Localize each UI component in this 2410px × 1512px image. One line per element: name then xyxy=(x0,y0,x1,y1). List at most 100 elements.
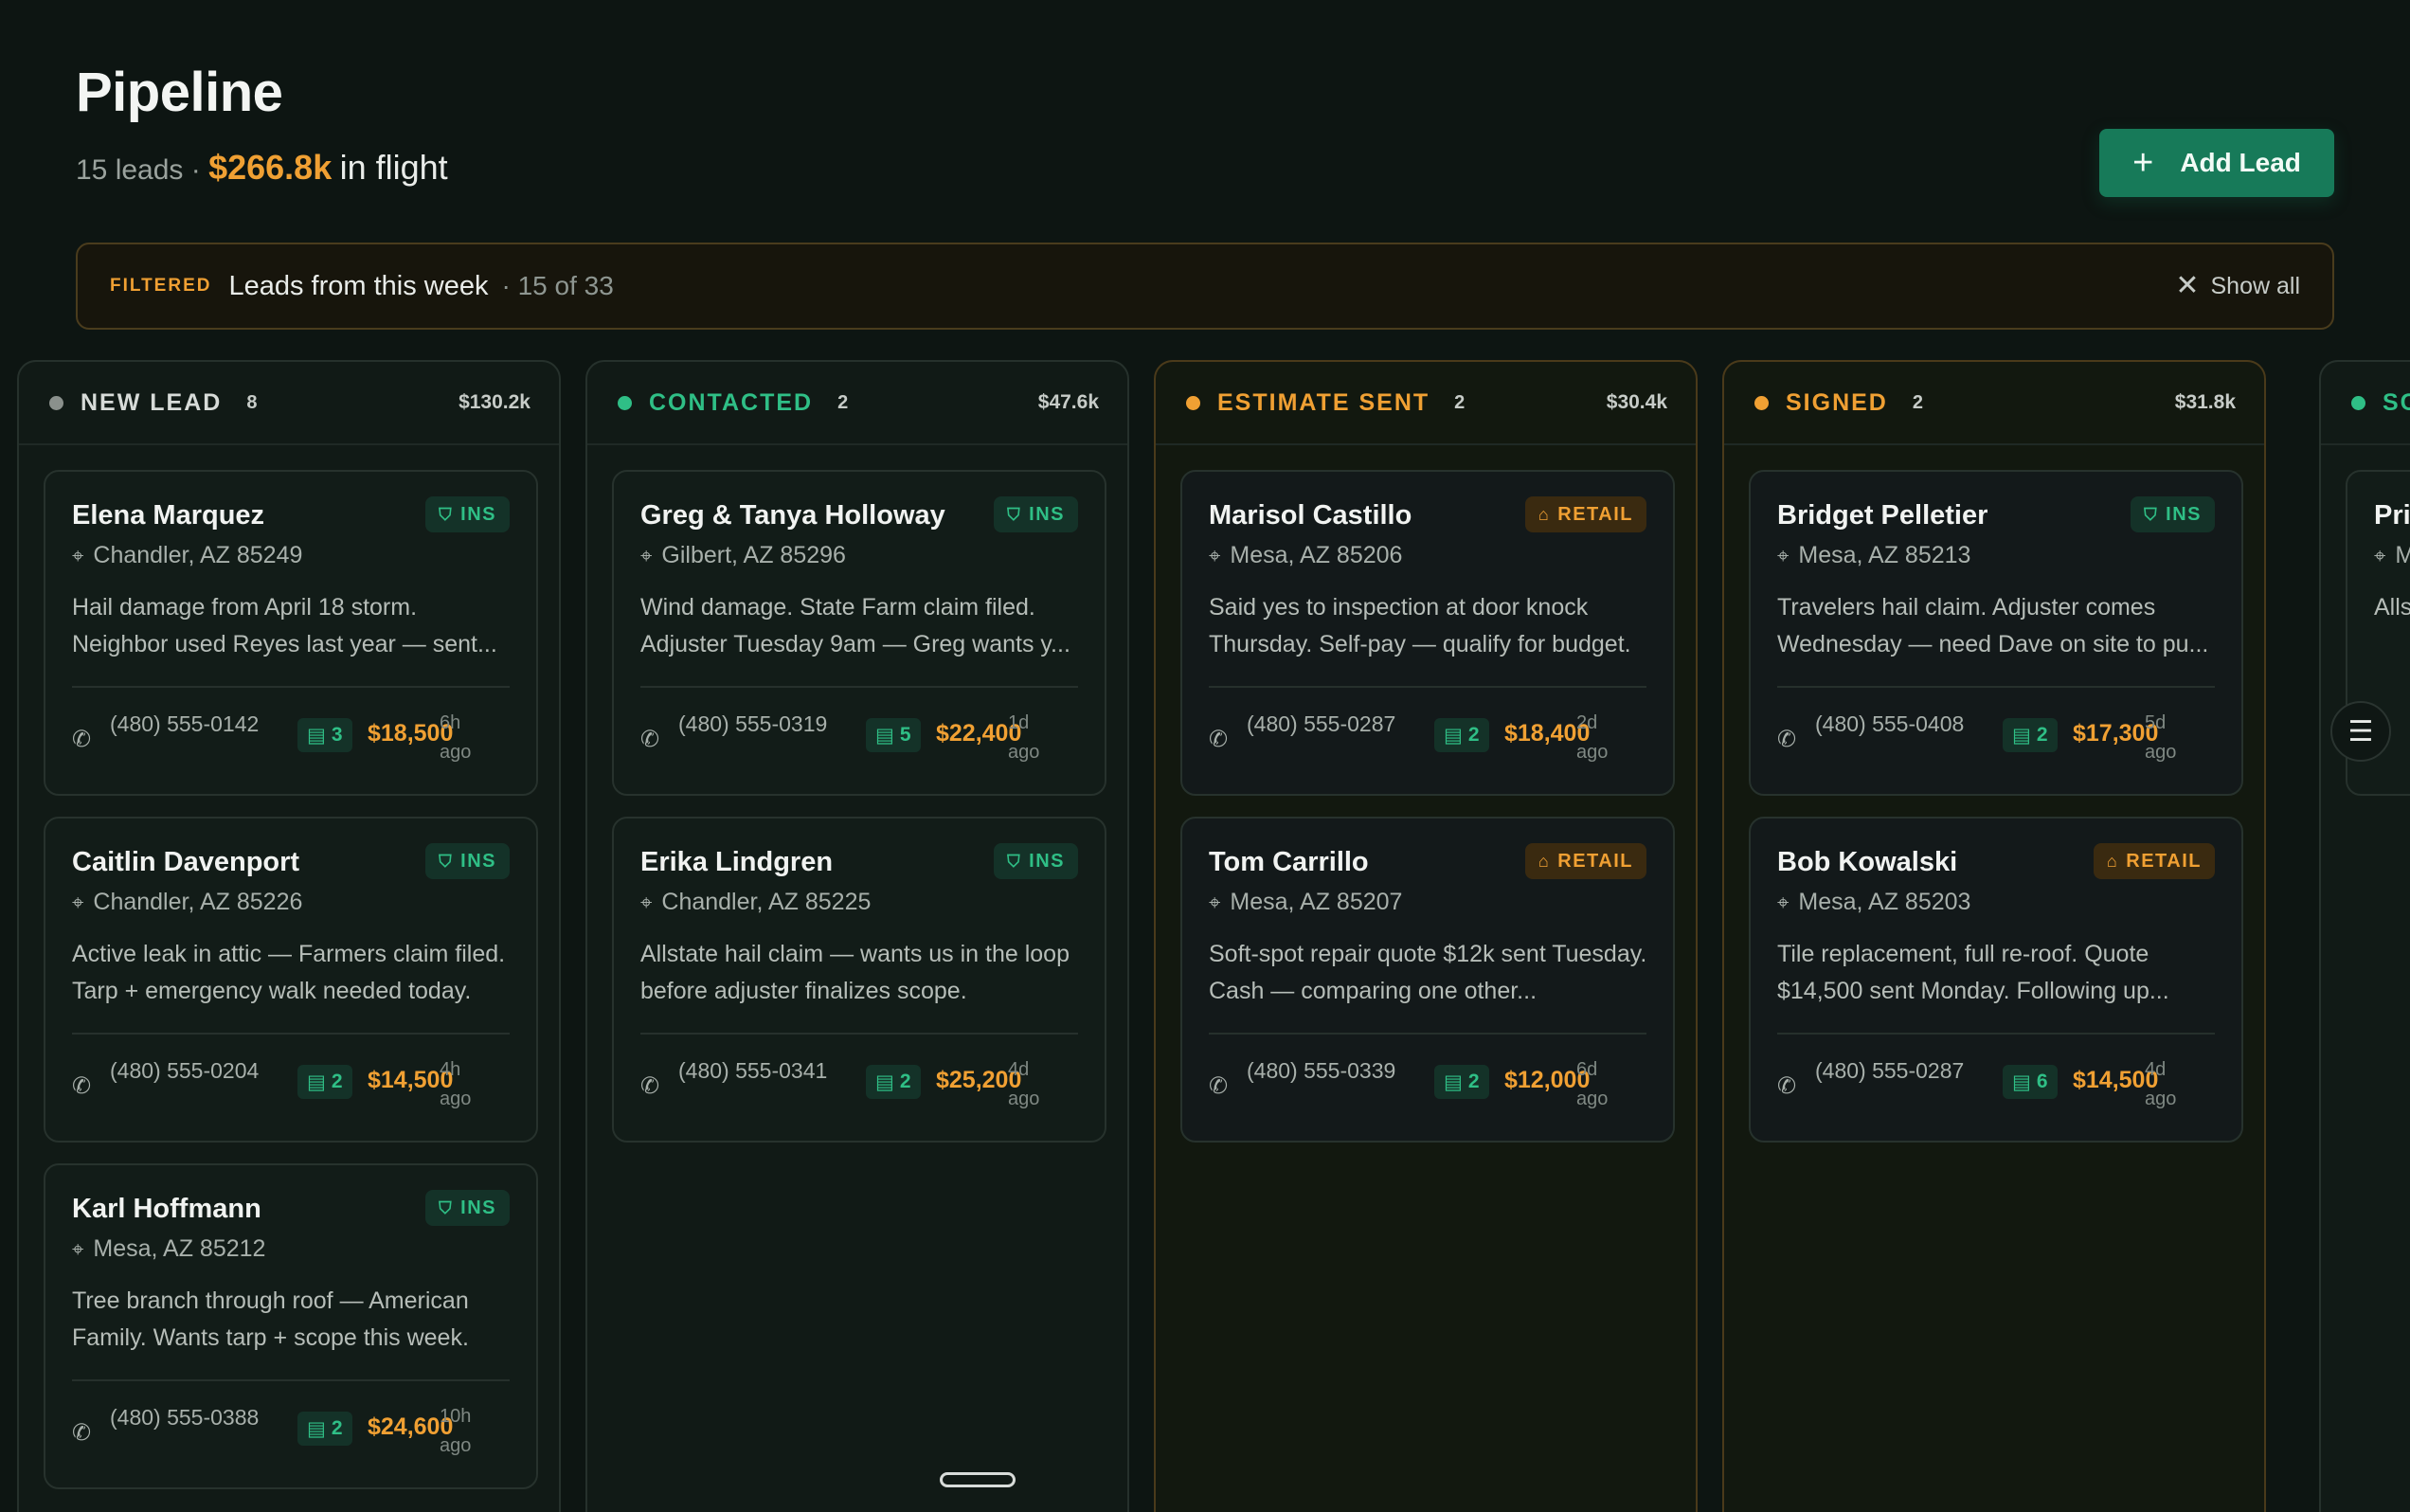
notes-count-badge[interactable]: ▤ 2 xyxy=(297,1065,352,1099)
location-pin-icon: ⌖ xyxy=(640,890,653,914)
notes-count-badge[interactable]: ▤ 3 xyxy=(297,718,352,752)
insurance-badge: ⛉ INS xyxy=(994,843,1078,879)
location-pin-icon: ⌖ xyxy=(72,890,84,914)
lead-card[interactable]: Karl Hoffmann ⛉ INS ⌖ Mesa, AZ 85212 Tree bra… xyxy=(44,1163,538,1489)
home-icon: ⌂ xyxy=(2106,851,2119,871)
badge-label: RETAIL xyxy=(1557,850,1633,872)
lead-phone[interactable]: (480) 555-0408 xyxy=(1815,709,1986,740)
message-icon: ▤ xyxy=(307,1071,326,1093)
retail-badge: ⌂ RETAIL xyxy=(1524,496,1646,532)
lead-card[interactable]: Tom Carrillo ⌂ RETAIL ⌖ Mesa, AZ 85207 Soft-s… xyxy=(1180,817,1675,1143)
card-footer: ✆ (480) 555-0341 ▤ 2 $25,200 4d ago xyxy=(640,1053,1078,1120)
card-footer: ✆ (480) 555-0339 ▤ 2 $12,000 6d ago xyxy=(1209,1053,1646,1120)
card-footer: ✆ (480) 555-0287 ▤ 2 $18,400 2d ago xyxy=(1209,707,1646,773)
notes-count-badge[interactable]: ▤ 2 xyxy=(1434,1065,1489,1099)
message-icon: ▤ xyxy=(307,1417,326,1440)
lead-card[interactable]: Bob Kowalski ⌂ RETAIL ⌖ Mesa, AZ 85203 Tile r… xyxy=(1749,817,2243,1143)
in-flight-amount: $266.8k xyxy=(208,148,333,187)
lead-age: 1d ago xyxy=(1008,712,1040,763)
insurance-badge: ⛉ INS xyxy=(2131,496,2215,532)
show-all-label: Show all xyxy=(2210,272,2301,299)
lead-note: Travelers hail claim. Adjuster comes Wed… xyxy=(1777,594,2209,657)
column-new: NEW LEAD 8 $130.2k Elena Marquez ⛉ INS ⌖ Chandl… xyxy=(17,360,561,1512)
filter-count: · 15 of 33 xyxy=(501,271,614,300)
column-header: CONTACTED 2 $47.6k xyxy=(587,362,1127,445)
column-title: ESTIMATE SENT xyxy=(1217,388,1430,416)
lead-name: Bridget Pelletier xyxy=(1777,500,1988,531)
column-count: 8 xyxy=(246,391,258,413)
column-contacted: CONTACTED 2 $47.6k Greg & Tanya Holloway ⛉ IN… xyxy=(585,360,1129,1512)
pipeline-page: Pipeline 15 leads · $266.8k in flight + … xyxy=(0,0,2410,1512)
status-dot xyxy=(1754,395,1769,410)
lead-phone[interactable]: (480) 555-0287 xyxy=(1815,1055,1986,1087)
lead-location: ⌖ Mesa, AZ 85203 xyxy=(1777,889,1970,916)
location-text: Mesa, AZ 85212 xyxy=(93,1235,266,1262)
lead-name: Bob Kowalski xyxy=(1777,847,1958,877)
location-text: Gilbert, AZ 85296 xyxy=(661,542,846,568)
lead-phone[interactable]: (480) 555-0142 xyxy=(110,709,280,740)
lead-location: ⌖ Chandler, AZ 85226 xyxy=(72,889,302,916)
lead-phone[interactable]: (480) 555-0204 xyxy=(110,1055,280,1087)
notes-count: 2 xyxy=(331,1417,343,1439)
lead-phone[interactable]: (480) 555-0341 xyxy=(678,1055,849,1087)
column-total: $47.6k xyxy=(1037,391,1099,413)
status-dot xyxy=(1186,395,1200,410)
filter-list-icon[interactable]: ☰ xyxy=(2330,701,2391,762)
lead-phone[interactable]: (480) 555-0319 xyxy=(678,709,849,740)
notes-count-badge[interactable]: ▤ 2 xyxy=(297,1412,352,1446)
lead-card[interactable]: Marisol Castillo ⌂ RETAIL ⌖ Mesa, AZ 85206 Sa… xyxy=(1180,470,1675,796)
notes-count: 2 xyxy=(899,1071,911,1092)
close-icon: ✕ xyxy=(2175,270,2200,301)
card-divider xyxy=(72,686,510,688)
location-pin-icon: ⌖ xyxy=(1777,543,1790,567)
location-text: Chandler, AZ 85226 xyxy=(93,889,303,915)
lead-phone[interactable]: (480) 555-0339 xyxy=(1247,1055,1417,1087)
lead-age: 4d ago xyxy=(2145,1059,2177,1109)
message-icon: ▤ xyxy=(1444,724,1463,747)
page-title: Pipeline xyxy=(76,62,283,123)
status-dot xyxy=(49,395,63,410)
shield-icon: ⛉ xyxy=(439,504,454,524)
scroll-handle[interactable] xyxy=(940,1472,1016,1487)
filter-bar: FILTERED Leads from this week · 15 of 33… xyxy=(76,243,2334,330)
insurance-badge: ⛉ INS xyxy=(425,496,510,532)
location-pin-icon: ⌖ xyxy=(1777,890,1790,914)
show-all-button[interactable]: ✕ Show all xyxy=(2175,272,2300,300)
phone-icon: ✆ xyxy=(1777,1073,1797,1099)
in-flight-label: in flight xyxy=(339,148,448,187)
lead-location: ⌖ M xyxy=(2374,542,2410,569)
notes-count-badge[interactable]: ▤ 2 xyxy=(1434,718,1489,752)
badge-label: INS xyxy=(460,850,496,872)
notes-count-badge[interactable]: ▤ 5 xyxy=(866,718,921,752)
notes-count: 2 xyxy=(331,1071,343,1092)
phone-icon: ✆ xyxy=(72,1420,92,1446)
notes-count-badge[interactable]: ▤ 2 xyxy=(2003,718,2058,752)
add-lead-button[interactable]: + Add Lead xyxy=(2099,129,2334,197)
lead-phone[interactable]: (480) 555-0287 xyxy=(1247,709,1417,740)
lead-name: Marisol Castillo xyxy=(1209,500,1412,531)
lead-phone[interactable]: (480) 555-0388 xyxy=(110,1402,280,1433)
column-total: $31.8k xyxy=(2174,391,2236,413)
lead-card[interactable]: Elena Marquez ⛉ INS ⌖ Chandler, AZ 85249 Hail… xyxy=(44,470,538,796)
insurance-badge: ⛉ INS xyxy=(994,496,1078,532)
notes-count-badge[interactable]: ▤ 6 xyxy=(2003,1065,2058,1099)
shield-icon: ⛉ xyxy=(1007,504,1022,524)
lead-card[interactable]: Caitlin Davenport ⛉ INS ⌖ Chandler, AZ 85226… xyxy=(44,817,538,1143)
card-divider xyxy=(1209,1033,1646,1035)
badge-label: RETAIL xyxy=(2126,850,2202,872)
lead-age: 6d ago xyxy=(1576,1059,1609,1109)
lead-card[interactable]: Erika Lindgren ⛉ INS ⌖ Chandler, AZ 85225 All… xyxy=(612,817,1106,1143)
location-text: M xyxy=(2395,542,2410,568)
badge-label: INS xyxy=(1029,503,1065,525)
status-dot xyxy=(2351,395,2365,410)
notes-count-badge[interactable]: ▤ 2 xyxy=(866,1065,921,1099)
lead-note: Said yes to inspection at door knock Thu… xyxy=(1209,594,1631,657)
lead-card[interactable]: Bridget Pelletier ⛉ INS ⌖ Mesa, AZ 85213 Trav… xyxy=(1749,470,2243,796)
filter-label: Leads from this week xyxy=(228,270,489,301)
lead-card[interactable]: Greg & Tanya Holloway ⛉ INS ⌖ Gilbert, AZ 85… xyxy=(612,470,1106,796)
lead-age: 2d ago xyxy=(1576,712,1609,763)
location-text: Chandler, AZ 85249 xyxy=(93,542,303,568)
plus-icon: + xyxy=(2132,143,2154,183)
column-title: NEW LEAD xyxy=(81,388,223,416)
location-pin-icon: ⌖ xyxy=(72,1236,84,1261)
